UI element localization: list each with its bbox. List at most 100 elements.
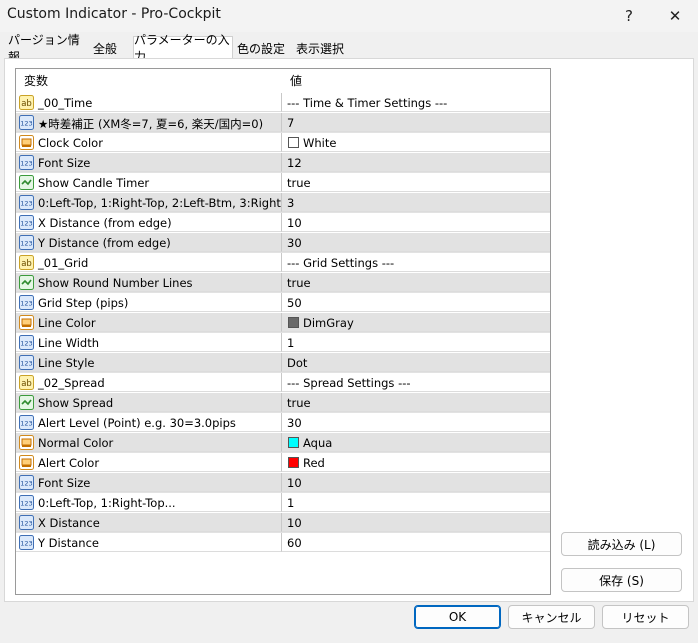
variable-value: White [303, 136, 337, 150]
grid-row[interactable]: Clock Color White [16, 133, 550, 153]
grid-row[interactable]: 123 ★時差補正 (XM冬=7, 夏=6, 楽天/国内=0) 7 [16, 113, 550, 133]
value-cell[interactable]: 7 [282, 113, 550, 132]
grid-row[interactable]: 123 Font Size 12 [16, 153, 550, 173]
variable-value: 10 [287, 476, 302, 490]
grid-row[interactable]: Show Round Number Lines true [16, 273, 550, 293]
value-cell[interactable]: 30 [282, 233, 550, 252]
tab-visualization[interactable]: 表示選択 [292, 38, 348, 58]
close-button[interactable]: ✕ [652, 0, 698, 32]
variable-cell[interactable]: Alert Color [16, 453, 282, 472]
value-cell[interactable]: --- Spread Settings --- [282, 373, 550, 392]
grid-row[interactable]: Line Color DimGray [16, 313, 550, 333]
variable-value: 10 [287, 516, 302, 530]
variable-value: 60 [287, 536, 302, 550]
tab-general[interactable]: 全般 [88, 38, 122, 58]
cancel-button[interactable]: キャンセル [508, 605, 595, 629]
tab-parameters[interactable]: パラメーターの入力 [133, 33, 233, 64]
variable-cell[interactable]: 123 Y Distance (from edge) [16, 233, 282, 252]
parameters-grid[interactable]: 変数 値 ab _00_Time --- Time & Timer Settings… [15, 68, 551, 595]
variable-cell[interactable]: 123 X Distance (from edge) [16, 213, 282, 232]
variable-name: Alert Color [38, 456, 100, 470]
grid-row[interactable]: ab _01_Grid --- Grid Settings --- [16, 253, 550, 273]
value-cell[interactable]: 10 [282, 513, 550, 532]
variable-value: 30 [287, 236, 302, 250]
value-cell[interactable]: Red [282, 453, 550, 472]
value-cell[interactable]: 30 [282, 413, 550, 432]
value-cell[interactable]: 50 [282, 293, 550, 312]
grid-row[interactable]: 123 Y Distance 60 [16, 533, 550, 553]
value-cell[interactable]: true [282, 173, 550, 192]
grid-row[interactable]: 123 0:Left-Top, 1:Right-Top, 2:Left-Btm, … [16, 193, 550, 213]
grid-row[interactable]: 123 0:Left-Top, 1:Right-Top... 1 [16, 493, 550, 513]
variable-name: ★時差補正 (XM冬=7, 夏=6, 楽天/国内=0) [38, 117, 264, 131]
variable-cell[interactable]: Show Candle Timer [16, 173, 282, 192]
variable-cell[interactable]: 123 Y Distance [16, 533, 282, 552]
variable-cell[interactable]: ab _01_Grid [16, 253, 282, 272]
grid-row[interactable]: Normal Color Aqua [16, 433, 550, 453]
svg-text:ab: ab [21, 259, 32, 269]
value-cell[interactable]: 60 [282, 533, 550, 552]
variable-cell[interactable]: Normal Color [16, 433, 282, 452]
value-cell[interactable]: 1 [282, 493, 550, 512]
value-cell[interactable]: Aqua [282, 433, 550, 452]
value-cell[interactable]: --- Grid Settings --- [282, 253, 550, 272]
title-bar: Custom Indicator - Pro-Cockpit ? ✕ [0, 0, 698, 32]
tab-version-info[interactable]: パージョン情報 [8, 33, 84, 64]
value-cell[interactable]: true [282, 273, 550, 292]
variable-cell[interactable]: 123 X Distance [16, 513, 282, 532]
value-cell[interactable]: true [282, 393, 550, 412]
value-cell[interactable]: DimGray [282, 313, 550, 332]
variable-cell[interactable]: 123 0:Left-Top, 1:Right-Top... [16, 493, 282, 512]
variable-cell[interactable]: 123 Font Size [16, 473, 282, 492]
load-button[interactable]: 読み込み (L) [561, 532, 682, 556]
grid-row[interactable]: Show Spread true [16, 393, 550, 413]
grid-row[interactable]: 123 Grid Step (pips) 50 [16, 293, 550, 313]
variable-cell[interactable]: 123 Grid Step (pips) [16, 293, 282, 312]
column-header-value[interactable]: 値 [290, 69, 302, 93]
svg-text:123: 123 [20, 240, 32, 248]
variable-cell[interactable]: Clock Color [16, 133, 282, 152]
value-cell[interactable]: 10 [282, 213, 550, 232]
variable-name: Font Size [38, 476, 91, 490]
value-cell[interactable]: 3 [282, 193, 550, 212]
ok-button[interactable]: OK [414, 605, 501, 629]
variable-name: _01_Grid [38, 256, 89, 270]
svg-text:123: 123 [20, 120, 32, 128]
grid-row[interactable]: ab _00_Time --- Time & Timer Settings --- [16, 93, 550, 113]
grid-row[interactable]: 123 X Distance 10 [16, 513, 550, 533]
variable-cell[interactable]: 123 Line Width [16, 333, 282, 352]
variable-cell[interactable]: 123 Line Style [16, 353, 282, 372]
grid-row[interactable]: 123 Y Distance (from edge) 30 [16, 233, 550, 253]
grid-row[interactable]: Show Candle Timer true [16, 173, 550, 193]
value-cell[interactable]: 1 [282, 333, 550, 352]
grid-row[interactable]: 123 Line Style Dot [16, 353, 550, 373]
variable-value: 10 [287, 216, 302, 230]
reset-button[interactable]: リセット [602, 605, 689, 629]
variable-cell[interactable]: Show Spread [16, 393, 282, 412]
variable-name: _02_Spread [38, 376, 105, 390]
variable-cell[interactable]: 123 0:Left-Top, 1:Right-Top, 2:Left-Btm, … [16, 193, 282, 212]
value-cell[interactable]: Dot [282, 353, 550, 372]
help-button[interactable]: ? [606, 0, 652, 32]
grid-row[interactable]: 123 X Distance (from edge) 10 [16, 213, 550, 233]
grid-row[interactable]: ab _02_Spread --- Spread Settings --- [16, 373, 550, 393]
variable-cell[interactable]: 123 Alert Level (Point) e.g. 30=3.0pips [16, 413, 282, 432]
grid-row[interactable]: 123 Alert Level (Point) e.g. 30=3.0pips 30 [16, 413, 550, 433]
variable-cell[interactable]: ab _02_Spread [16, 373, 282, 392]
variable-cell[interactable]: Line Color [16, 313, 282, 332]
value-cell[interactable]: 10 [282, 473, 550, 492]
grid-row[interactable]: 123 Font Size 10 [16, 473, 550, 493]
value-cell[interactable]: 12 [282, 153, 550, 172]
variable-cell[interactable]: ab _00_Time [16, 93, 282, 112]
variable-cell[interactable]: 123 ★時差補正 (XM冬=7, 夏=6, 楽天/国内=0) [16, 113, 282, 132]
tab-colors[interactable]: 色の設定 [235, 38, 287, 58]
variable-cell[interactable]: 123 Font Size [16, 153, 282, 172]
grid-row[interactable]: 123 Line Width 1 [16, 333, 550, 353]
save-button[interactable]: 保存 (S) [561, 568, 682, 592]
variable-value: 12 [287, 156, 302, 170]
column-header-variable[interactable]: 変数 [24, 69, 48, 93]
variable-cell[interactable]: Show Round Number Lines [16, 273, 282, 292]
value-cell[interactable]: White [282, 133, 550, 152]
value-cell[interactable]: --- Time & Timer Settings --- [282, 93, 550, 112]
grid-row[interactable]: Alert Color Red [16, 453, 550, 473]
